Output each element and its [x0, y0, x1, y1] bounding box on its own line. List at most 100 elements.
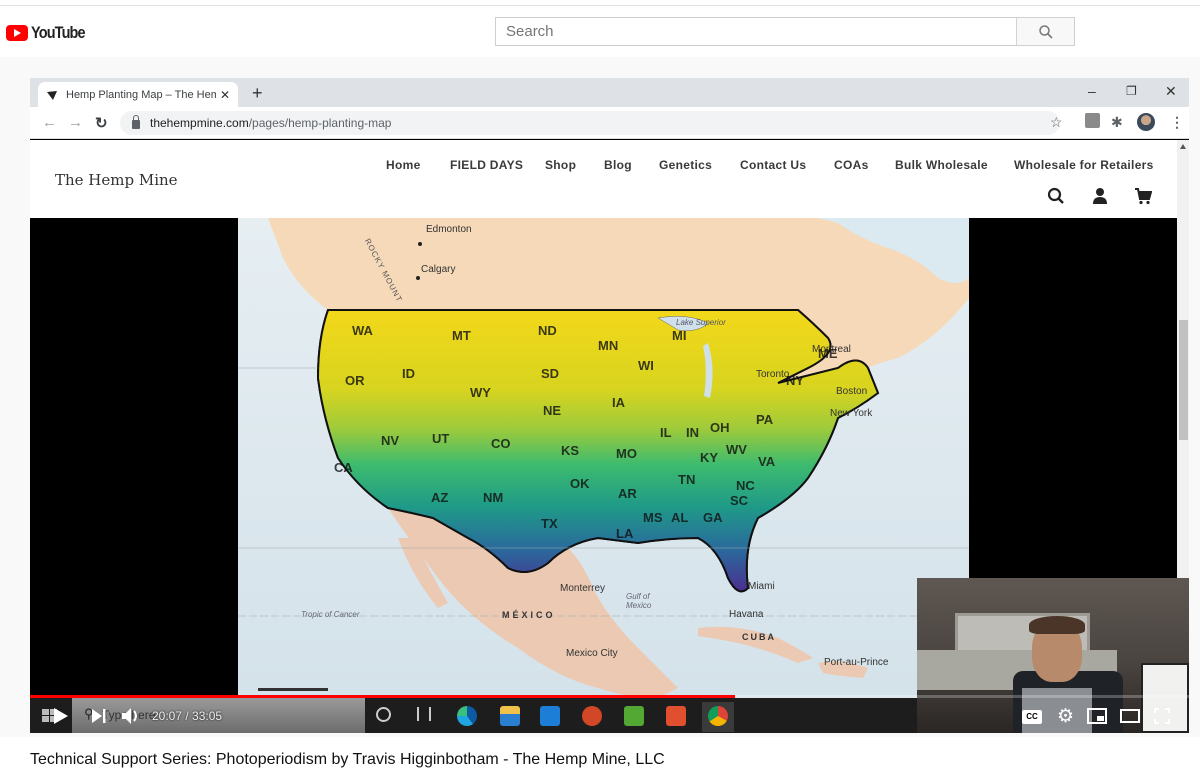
new-tab-button[interactable]: +: [252, 83, 263, 104]
state-label: IA: [612, 395, 625, 410]
state-label: OR: [345, 373, 365, 388]
state-label: ND: [538, 323, 557, 338]
theater-mode-icon[interactable]: [1120, 709, 1140, 723]
state-label: WV: [726, 442, 747, 457]
nav-field-days[interactable]: FIELD DAYS: [450, 158, 523, 172]
cortana-icon[interactable]: [376, 707, 391, 722]
state-label: SC: [730, 493, 749, 508]
state-label: ID: [402, 366, 415, 381]
account-icon[interactable]: [1092, 187, 1108, 205]
nav-coas[interactable]: COAs: [834, 158, 869, 172]
bookmark-star-icon[interactable]: ☆: [1050, 114, 1063, 131]
camtasia-orange-icon[interactable]: [666, 706, 686, 726]
state-label: ME: [818, 346, 838, 361]
browser-tab-bar: Hemp Planting Map – The Hemp ✕ + – ❐ ✕: [30, 78, 1189, 107]
state-label: CA: [334, 460, 353, 475]
powerpoint-icon[interactable]: [582, 706, 602, 726]
tab-title: Hemp Planting Map – The Hemp: [66, 88, 216, 101]
state-label: MO: [616, 446, 637, 461]
region-label: MÉXICO: [502, 610, 556, 620]
nav-wholesale-retailers[interactable]: Wholesale for Retailers: [1014, 158, 1154, 172]
settings-gear-icon[interactable]: ⚙: [1057, 705, 1074, 728]
city-label: Mexico City: [566, 648, 618, 659]
extensions-puzzle-icon[interactable]: ✱: [1111, 114, 1123, 131]
region-label: CUBA: [742, 632, 776, 642]
tab-close-icon[interactable]: ✕: [220, 88, 230, 102]
fullscreen-icon[interactable]: [1154, 708, 1170, 724]
region-label: Lake Superior: [676, 318, 726, 327]
state-label: WA: [352, 323, 373, 338]
site-logo[interactable]: The Hemp Mine: [55, 171, 178, 189]
youtube-search-button[interactable]: [1016, 18, 1074, 45]
url-text: thehempmine.com/pages/hemp-planting-map: [150, 116, 391, 130]
chrome-menu-icon[interactable]: ⋮: [1170, 114, 1184, 131]
nav-contact-us[interactable]: Contact Us: [740, 158, 806, 172]
state-label: WY: [470, 385, 491, 400]
state-label: OK: [570, 476, 590, 491]
state-label: AL: [671, 510, 689, 525]
city-label: Havana: [729, 609, 764, 620]
city-label: Toronto: [756, 369, 790, 380]
captions-button[interactable]: CC: [1022, 710, 1042, 724]
edge-icon[interactable]: [457, 706, 477, 726]
state-label: KS: [561, 443, 580, 458]
video-progress-bar[interactable]: [30, 695, 1189, 698]
youtube-play-icon: [6, 25, 28, 41]
url-host: thehempmine.com: [150, 116, 249, 130]
youtube-search-input[interactable]: [496, 18, 1016, 45]
nav-genetics[interactable]: Genetics: [659, 158, 712, 172]
close-window-button[interactable]: ✕: [1165, 83, 1177, 100]
nav-shop[interactable]: Shop: [545, 158, 576, 172]
youtube-logo-text: YouTube: [31, 23, 86, 42]
back-arrow-icon[interactable]: ←: [42, 114, 57, 131]
scroll-up-arrow-icon[interactable]: [1180, 144, 1186, 149]
file-explorer-icon[interactable]: [500, 706, 520, 726]
profile-avatar[interactable]: [1137, 113, 1155, 131]
state-label: OH: [710, 420, 730, 435]
city-label: Boston: [836, 386, 868, 397]
presenter-hair: [1029, 616, 1085, 634]
state-label: NV: [381, 433, 400, 448]
chrome-icon[interactable]: [708, 706, 728, 726]
scrollbar-thumb[interactable]: [1179, 320, 1188, 440]
mail-icon[interactable]: [540, 706, 560, 726]
state-label: NC: [736, 478, 755, 493]
city-label: Edmonton: [426, 224, 472, 235]
taskbar-search-box[interactable]: ⚲ Type here: [72, 698, 365, 733]
camtasia-green-icon[interactable]: [624, 706, 644, 726]
city-label: Port-au-Prince: [824, 657, 889, 668]
site-search-icon[interactable]: [1047, 187, 1065, 205]
state-label: LA: [616, 526, 634, 541]
browser-tab[interactable]: Hemp Planting Map – The Hemp ✕: [38, 82, 238, 107]
state-label: MS: [643, 510, 663, 525]
state-label: WI: [638, 358, 654, 373]
forward-arrow-icon[interactable]: →: [68, 114, 83, 131]
hubspot-extension-icon[interactable]: [1085, 113, 1100, 128]
minimize-button[interactable]: –: [1088, 83, 1096, 99]
youtube-logo[interactable]: YouTube: [6, 23, 94, 43]
state-label: MN: [598, 338, 619, 353]
miniplayer-icon[interactable]: [1087, 708, 1107, 724]
restore-button[interactable]: ❐: [1126, 84, 1137, 98]
state-label: SD: [541, 366, 560, 381]
task-view-icon[interactable]: [417, 707, 431, 721]
next-video-icon[interactable]: [92, 709, 106, 723]
nav-home[interactable]: Home: [386, 158, 421, 172]
state-label: CO: [491, 436, 511, 451]
cart-icon[interactable]: [1134, 187, 1152, 205]
video-player[interactable]: Hemp Planting Map – The Hemp ✕ + – ❐ ✕ ←…: [30, 78, 1189, 733]
state-label: TN: [678, 472, 696, 487]
state-label: NE: [543, 403, 562, 418]
windows-taskbar: ⚲ Type here: [30, 698, 917, 733]
nav-blog[interactable]: Blog: [604, 158, 632, 172]
play-icon[interactable]: [54, 708, 68, 724]
state-label: VA: [758, 454, 776, 469]
website-header: The Hemp Mine Home FIELD DAYS Shop Blog …: [30, 140, 1177, 218]
volume-icon[interactable]: [122, 708, 140, 724]
hemp-planting-map[interactable]: Edmonton Calgary Montreal Toronto Boston…: [238, 218, 969, 698]
address-bar[interactable]: thehempmine.com/pages/hemp-planting-map: [120, 111, 1060, 135]
city-dot: [418, 242, 422, 246]
nav-bulk-wholesale[interactable]: Bulk Wholesale: [895, 158, 988, 172]
reload-icon[interactable]: ↻: [95, 114, 108, 132]
state-label: IL: [660, 425, 672, 440]
